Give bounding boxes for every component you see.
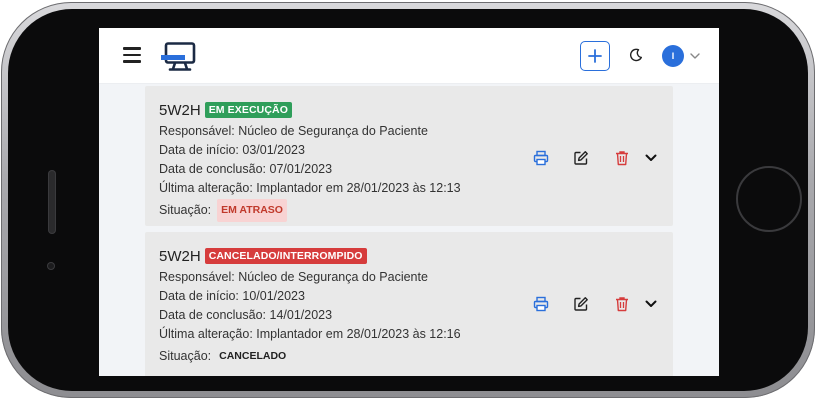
card-header: 5W2H CANCELADO/INTERROMPIDO: [159, 246, 519, 266]
phone-camera: [47, 262, 55, 270]
plan-title: 5W2H: [159, 101, 201, 119]
end-date-text: Data de conclusão: 14/01/2023: [159, 308, 333, 322]
monitor-logo-icon[interactable]: [159, 42, 197, 72]
situation-value: CANCELADO: [219, 350, 287, 362]
phone-speaker: [48, 170, 56, 234]
situation-label: Situação:: [159, 203, 212, 217]
edit-icon[interactable]: [573, 296, 589, 312]
printer-icon[interactable]: [533, 296, 549, 312]
situation-label: Situação:: [159, 349, 212, 363]
hamburger-menu-icon[interactable]: [123, 47, 141, 63]
responsible-text: Responsável: Núcleo de Segurança do Paci…: [159, 124, 428, 138]
card-details: 5W2H CANCELADO/INTERROMPIDO Responsável:…: [159, 246, 519, 368]
edit-icon[interactable]: [573, 150, 589, 166]
phone-frame: I 5W2H EM EXECUÇÃO Responsável: Núcleo d…: [1, 2, 815, 398]
card-header: 5W2H EM EXECUÇÃO: [159, 100, 519, 120]
chevron-down-icon[interactable]: [690, 52, 700, 60]
card-actions: [533, 150, 661, 168]
action-plan-card: 5W2H CANCELADO/INTERROMPIDO Responsável:…: [145, 232, 673, 376]
add-button[interactable]: [580, 41, 610, 71]
start-date-text: Data de início: 03/01/2023: [159, 143, 305, 157]
end-date-text: Data de conclusão: 07/01/2023: [159, 162, 333, 176]
action-plans-list: 5W2H EM EXECUÇÃO Responsável: Núcleo de …: [99, 84, 719, 376]
chevron-down-icon[interactable]: [645, 299, 657, 309]
responsible-text: Responsável: Núcleo de Segurança do Paci…: [159, 270, 428, 284]
app-screen: I 5W2H EM EXECUÇÃO Responsável: Núcleo d…: [99, 28, 719, 376]
status-badge: CANCELADO/INTERROMPIDO: [204, 248, 367, 264]
chevron-down-icon[interactable]: [645, 153, 657, 163]
moon-icon[interactable]: [629, 48, 643, 62]
trash-icon[interactable]: [614, 150, 630, 166]
plan-title: 5W2H: [159, 247, 201, 265]
trash-icon[interactable]: [614, 296, 630, 312]
plus-icon: [588, 49, 602, 63]
status-badge: EM EXECUÇÃO: [204, 102, 292, 118]
user-avatar[interactable]: I: [662, 45, 684, 67]
card-details: 5W2H EM EXECUÇÃO Responsável: Núcleo de …: [159, 100, 519, 222]
last-change-text: Última alteração: Implantador em 28/01/2…: [159, 181, 461, 195]
action-plan-card: 5W2H EM EXECUÇÃO Responsável: Núcleo de …: [145, 86, 673, 226]
last-change-text: Última alteração: Implantador em 28/01/2…: [159, 327, 461, 341]
situation-row: Situação: EM ATRASO: [159, 199, 519, 222]
printer-icon[interactable]: [533, 150, 549, 166]
start-date-text: Data de início: 10/01/2023: [159, 289, 305, 303]
phone-home-button: [736, 166, 802, 232]
top-navbar: I: [99, 28, 719, 84]
situation-row: Situação: CANCELADO: [159, 345, 519, 368]
card-actions: [533, 296, 661, 314]
situation-badge: EM ATRASO: [217, 199, 287, 222]
